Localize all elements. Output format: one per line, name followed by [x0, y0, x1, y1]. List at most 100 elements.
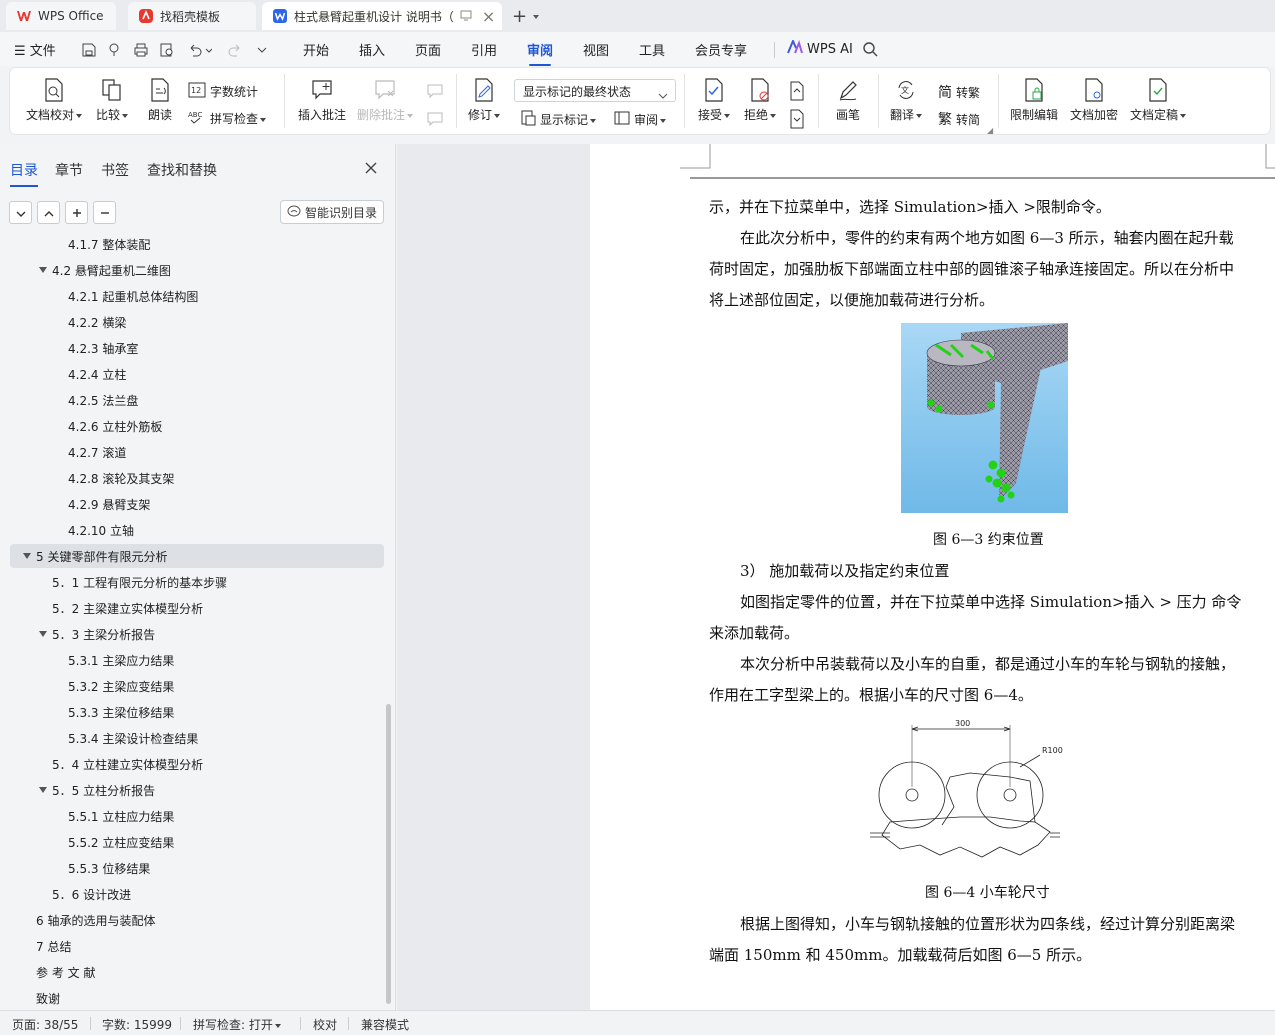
- nav-tab-find-replace[interactable]: 查找和替换: [147, 160, 217, 180]
- expand-triangle-icon[interactable]: [39, 787, 47, 793]
- toc-item[interactable]: 4.2.7 滚道: [68, 440, 380, 464]
- menu-start[interactable]: 开始: [303, 40, 329, 59]
- next-change-icon[interactable]: [788, 109, 806, 133]
- next-comment-icon[interactable]: [426, 110, 444, 132]
- toc-scrollbar[interactable]: [386, 704, 391, 1004]
- toc-item-label: 4.2 悬臂起重机二维图: [52, 263, 171, 278]
- delete-comment-button[interactable]: 删除批注: [357, 78, 414, 123]
- more-chevron-icon[interactable]: [256, 42, 268, 61]
- toc-item[interactable]: 4.2.4 立柱: [68, 362, 380, 386]
- to-traditional-button[interactable]: 简 转繁: [938, 82, 980, 102]
- show-markup-button[interactable]: 显示标记: [520, 110, 597, 129]
- menu-membership[interactable]: 会员专享: [695, 40, 747, 59]
- toc-item[interactable]: 5．6 设计改进: [52, 882, 380, 906]
- toc-item[interactable]: 4.2.1 起重机总体结构图: [68, 284, 380, 308]
- previous-comment-icon[interactable]: [426, 82, 444, 104]
- compare-button[interactable]: 比较: [96, 78, 129, 123]
- word-count-button[interactable]: 12 字数统计: [188, 82, 258, 101]
- doc-finalize-button[interactable]: 文档定稿: [1130, 78, 1187, 123]
- expand-up-button[interactable]: [37, 201, 60, 224]
- toc-item[interactable]: 4.2.5 法兰盘: [68, 388, 380, 412]
- toc-item[interactable]: 5.3.2 主梁应变结果: [68, 674, 380, 698]
- new-tab-button[interactable]: +: [508, 4, 548, 28]
- nav-tab-bookmarks[interactable]: 书签: [101, 160, 129, 180]
- expand-triangle-icon[interactable]: [39, 267, 47, 273]
- toc-item[interactable]: 5.3.3 主梁位移结果: [68, 700, 380, 724]
- toc-item[interactable]: 4.2.10 立轴: [68, 518, 380, 542]
- toc-item[interactable]: 4.2.3 轴承室: [68, 336, 380, 360]
- monitor-icon[interactable]: [460, 9, 472, 24]
- menu-review[interactable]: 审阅: [527, 40, 553, 66]
- tab-close-icon[interactable]: ×: [482, 7, 495, 26]
- format-painter-icon[interactable]: [108, 42, 122, 61]
- expand-triangle-icon[interactable]: [23, 553, 31, 559]
- add-heading-button[interactable]: [65, 201, 88, 224]
- toc-item[interactable]: 4.2.6 立柱外筋板: [68, 414, 380, 438]
- insert-comment-button[interactable]: 插入批注: [298, 78, 346, 123]
- proof-status[interactable]: 校对: [313, 1016, 337, 1033]
- toc-item[interactable]: 5 关键零部件有限元分析: [10, 544, 384, 568]
- nav-tab-chapters[interactable]: 章节: [55, 160, 83, 180]
- doc-proof-button[interactable]: 文档校对: [26, 78, 83, 123]
- translate-button[interactable]: 文 翻译: [890, 78, 923, 123]
- toc-item[interactable]: 5.3.1 主梁应力结果: [68, 648, 380, 672]
- print-preview-icon[interactable]: [160, 42, 174, 61]
- review-pane-button[interactable]: 审阅: [614, 110, 667, 129]
- toc-item[interactable]: 5.3.4 主梁设计检查结果: [68, 726, 380, 750]
- accept-button[interactable]: 接受: [698, 78, 731, 123]
- to-simplified-button[interactable]: 繁 转简: [938, 109, 980, 129]
- save-icon[interactable]: [82, 42, 96, 61]
- toc-item[interactable]: 参 考 文 献: [36, 960, 380, 984]
- menu-tools[interactable]: 工具: [639, 40, 665, 59]
- menu-wps-ai[interactable]: WPS AI: [787, 38, 853, 58]
- tab-document[interactable]: 柱式悬臂起重机设计 说明书（ ×: [262, 2, 502, 30]
- toc-item[interactable]: 5.5.3 位移结果: [68, 856, 380, 880]
- expand-triangle-icon[interactable]: [39, 631, 47, 637]
- menu-insert[interactable]: 插入: [359, 40, 385, 59]
- toc-item[interactable]: 7 总结: [36, 934, 380, 958]
- toc-item[interactable]: 4.2 悬臂起重机二维图: [39, 258, 380, 282]
- spell-check-button[interactable]: ABC 拼写检查: [188, 109, 267, 128]
- redo-icon[interactable]: [228, 42, 242, 61]
- ribbon-expand-icon[interactable]: ◢: [987, 126, 993, 135]
- toc-item[interactable]: 4.2.8 滚轮及其支架: [68, 466, 380, 490]
- word-count-indicator[interactable]: 字数: 15999: [102, 1016, 172, 1033]
- page-indicator[interactable]: 页面: 38/55: [12, 1016, 78, 1033]
- toc-item[interactable]: 5.5.1 立柱应力结果: [68, 804, 380, 828]
- tab-wps-office[interactable]: WPS Office: [6, 2, 116, 30]
- close-icon[interactable]: [364, 160, 380, 176]
- restrict-edit-button[interactable]: 限制编辑: [1010, 78, 1058, 123]
- search-icon[interactable]: [862, 41, 878, 61]
- spell-check-status[interactable]: 拼写检查: 打开: [193, 1016, 281, 1033]
- undo-icon[interactable]: [188, 42, 213, 61]
- smart-toc-button[interactable]: 智能识别目录: [280, 200, 384, 224]
- toc-item[interactable]: 致谢: [36, 986, 380, 1010]
- markup-state-select[interactable]: 显示标记的最终状态: [514, 79, 676, 102]
- read-aloud-button[interactable]: 朗读: [148, 78, 172, 123]
- pen-button[interactable]: 画笔: [836, 78, 860, 123]
- menu-view[interactable]: 视图: [583, 40, 609, 59]
- menu-reference[interactable]: 引用: [471, 40, 497, 59]
- file-menu[interactable]: ☰ 文件: [14, 40, 56, 59]
- collapse-all-button[interactable]: [9, 201, 32, 224]
- print-icon[interactable]: [134, 42, 148, 61]
- previous-change-icon[interactable]: [788, 81, 806, 105]
- reject-button[interactable]: 拒绝: [744, 78, 777, 123]
- nav-tab-toc[interactable]: 目录: [10, 160, 38, 187]
- doc-encrypt-button[interactable]: 文档加密: [1070, 78, 1118, 123]
- toc-item[interactable]: 5．3 主梁分析报告: [39, 622, 380, 646]
- daoke-logo-icon: [138, 8, 154, 24]
- tab-template[interactable]: 找稻壳模板: [128, 2, 256, 30]
- menu-page[interactable]: 页面: [415, 40, 441, 59]
- toc-item[interactable]: 4.2.9 悬臂支架: [68, 492, 380, 516]
- toc-item[interactable]: 5．4 立柱建立实体模型分析: [52, 752, 380, 776]
- toc-item[interactable]: 5．1 工程有限元分析的基本步骤: [52, 570, 380, 594]
- track-changes-button[interactable]: 修订: [468, 78, 501, 123]
- toc-item[interactable]: 5.5.2 立柱应变结果: [68, 830, 380, 854]
- toc-item[interactable]: 6 轴承的选用与装配体: [36, 908, 380, 932]
- toc-item[interactable]: 5．5 立柱分析报告: [39, 778, 380, 802]
- toc-item[interactable]: 4.1.7 整体装配: [68, 238, 380, 256]
- toc-item[interactable]: 5．2 主梁建立实体模型分析: [52, 596, 380, 620]
- remove-heading-button[interactable]: [93, 201, 116, 224]
- toc-item[interactable]: 4.2.2 横梁: [68, 310, 380, 334]
